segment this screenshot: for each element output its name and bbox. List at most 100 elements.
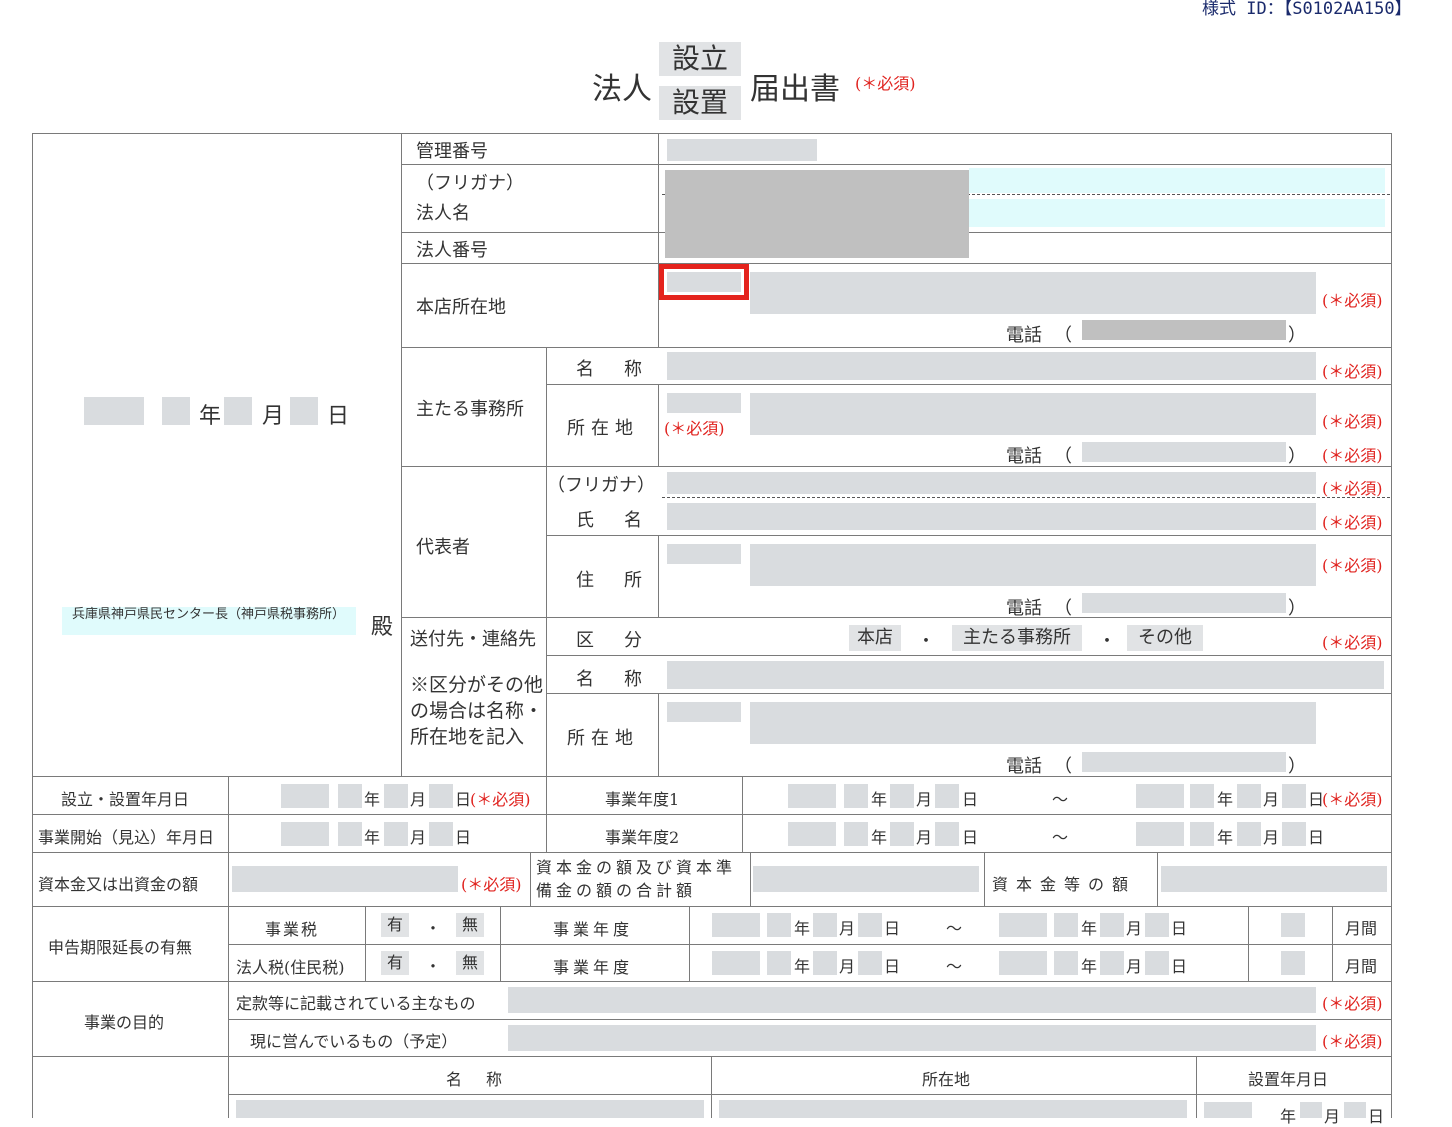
representative-postal-field[interactable] bbox=[667, 544, 741, 564]
fy2-to-month-field[interactable] bbox=[1237, 822, 1261, 846]
ext1-from-era-field[interactable] bbox=[712, 913, 760, 937]
fy2-to-year-field[interactable] bbox=[1190, 822, 1214, 846]
ext2-to-era-field[interactable] bbox=[999, 951, 1047, 975]
business-tax-yes[interactable]: 有 bbox=[381, 913, 409, 937]
start-month-field[interactable] bbox=[384, 822, 408, 846]
representative-address-field[interactable] bbox=[750, 544, 1316, 586]
head-office-address-field[interactable] bbox=[750, 272, 1316, 314]
fy2-from-day-label: 日 bbox=[962, 828, 979, 847]
main-office-name-field[interactable] bbox=[667, 352, 1316, 380]
send-address-field[interactable] bbox=[750, 702, 1316, 744]
ext2-to-year-field[interactable] bbox=[1054, 951, 1078, 975]
capital-field[interactable] bbox=[232, 866, 458, 892]
establish-month-field[interactable] bbox=[384, 784, 408, 808]
submit-month-field[interactable] bbox=[224, 397, 252, 425]
main-office-address-field[interactable] bbox=[750, 393, 1316, 435]
start-year-field[interactable] bbox=[338, 822, 362, 846]
corporation-furigana-field[interactable] bbox=[969, 168, 1385, 193]
corporation-name-field[interactable] bbox=[969, 199, 1385, 227]
fy1-from-year-field[interactable] bbox=[844, 784, 868, 808]
ext1-from-year-field[interactable] bbox=[767, 913, 791, 937]
representative-phone-field[interactable] bbox=[1082, 593, 1286, 613]
addressee-field[interactable]: 兵庫県神戸県民センター長（神戸県税事務所） bbox=[62, 607, 356, 635]
ext2-months-field[interactable] bbox=[1281, 951, 1305, 975]
capital-amount-label: 資本金等の額 bbox=[992, 875, 1137, 894]
establish-date-label: 設立・設置年月日 bbox=[61, 790, 190, 809]
submit-year-field[interactable] bbox=[162, 397, 190, 425]
send-phone-field[interactable] bbox=[1082, 752, 1286, 772]
ext2-from-month-label: 月 bbox=[839, 957, 856, 976]
ext1-to-era-field[interactable] bbox=[999, 913, 1047, 937]
fy2-from-day-field[interactable] bbox=[935, 822, 959, 846]
ext2-from-day-field[interactable] bbox=[858, 951, 882, 975]
send-location-label: 所在地 bbox=[567, 728, 639, 749]
title-option-establish[interactable]: 設立 bbox=[659, 42, 741, 76]
category-option-other[interactable]: その他 bbox=[1127, 625, 1203, 651]
ext2-from-month-field[interactable] bbox=[813, 951, 837, 975]
ext1-months-label: 月間 bbox=[1345, 919, 1378, 938]
start-era-field[interactable] bbox=[281, 822, 329, 846]
fy1-to-day-field[interactable] bbox=[1282, 784, 1306, 808]
head-office-phone-field[interactable] bbox=[1082, 320, 1286, 340]
category-option-head-office[interactable]: 本店 bbox=[849, 625, 901, 651]
category-option-main-office[interactable]: 主たる事務所 bbox=[952, 625, 1082, 651]
fy1-to-month-field[interactable] bbox=[1237, 784, 1261, 808]
fy1-from-month-field[interactable] bbox=[890, 784, 914, 808]
fy2-from-month-field[interactable] bbox=[890, 822, 914, 846]
fy2-to-era-field[interactable] bbox=[1136, 822, 1184, 846]
capital-label: 資本金又は出資金の額 bbox=[38, 875, 199, 894]
capital-amount-field[interactable] bbox=[1161, 866, 1387, 892]
fy2-from-era-field[interactable] bbox=[788, 822, 836, 846]
establish-day-field[interactable] bbox=[429, 784, 453, 808]
branch-name-field[interactable] bbox=[236, 1100, 704, 1118]
purpose-current-field[interactable] bbox=[508, 1025, 1316, 1051]
ext1-months-field[interactable] bbox=[1281, 913, 1305, 937]
branch-day-label: 日 bbox=[1368, 1107, 1385, 1126]
branch-era-field[interactable] bbox=[1204, 1102, 1252, 1118]
send-postal-field[interactable] bbox=[667, 702, 741, 722]
purpose-articles-field[interactable] bbox=[508, 987, 1316, 1013]
fy2-to-day-field[interactable] bbox=[1282, 822, 1306, 846]
purpose-articles-label: 定款等に記載されている主なもの bbox=[236, 994, 476, 1013]
ext1-to-day-field[interactable] bbox=[1145, 913, 1169, 937]
ext2-from-era-field[interactable] bbox=[712, 951, 760, 975]
ext1-to-year-field[interactable] bbox=[1054, 913, 1078, 937]
branch-day-field[interactable] bbox=[1344, 1102, 1366, 1118]
fy1-to-era-field[interactable] bbox=[1136, 784, 1184, 808]
start-day-label: 日 bbox=[455, 828, 472, 847]
ext2-to-day-field[interactable] bbox=[1145, 951, 1169, 975]
main-office-postal-field[interactable] bbox=[667, 393, 741, 413]
fy2-from-year-field[interactable] bbox=[844, 822, 868, 846]
ext1-from-month-field[interactable] bbox=[813, 913, 837, 937]
main-office-phone-open: （ bbox=[1054, 446, 1072, 467]
establish-era-field[interactable] bbox=[281, 784, 329, 808]
title-option-install[interactable]: 設置 bbox=[659, 86, 741, 120]
ext2-to-month-field[interactable] bbox=[1100, 951, 1124, 975]
fy1-from-day-field[interactable] bbox=[935, 784, 959, 808]
capital-reserve-field[interactable] bbox=[753, 866, 979, 892]
representative-name-field[interactable] bbox=[667, 503, 1316, 530]
corporate-tax-yes[interactable]: 有 bbox=[381, 951, 409, 975]
send-name-field[interactable] bbox=[667, 661, 1384, 689]
ext1-to-month-field[interactable] bbox=[1100, 913, 1124, 937]
submit-year-label: 年 bbox=[199, 404, 222, 429]
branch-location-field[interactable] bbox=[719, 1100, 1187, 1118]
head-office-postal-field[interactable] bbox=[659, 264, 749, 300]
main-office-address-required: (＊必須) bbox=[1322, 412, 1383, 431]
fy1-from-era-field[interactable] bbox=[788, 784, 836, 808]
addressee-honorific: 殿 bbox=[371, 615, 394, 640]
purpose-current-label: 現に営んでいるもの（予定） bbox=[250, 1032, 458, 1051]
representative-name-label: 氏 名 bbox=[576, 510, 648, 531]
ext2-from-year-field[interactable] bbox=[767, 951, 791, 975]
main-office-phone-field[interactable] bbox=[1082, 442, 1286, 462]
branch-month-field[interactable] bbox=[1300, 1102, 1322, 1118]
start-day-field[interactable] bbox=[429, 822, 453, 846]
establish-year-field[interactable] bbox=[338, 784, 362, 808]
business-tax-no[interactable]: 無 bbox=[456, 913, 484, 937]
ext1-from-day-field[interactable] bbox=[858, 913, 882, 937]
submit-era-field[interactable] bbox=[84, 397, 144, 425]
fy1-to-year-field[interactable] bbox=[1190, 784, 1214, 808]
corporate-tax-no[interactable]: 無 bbox=[456, 951, 484, 975]
submit-day-field[interactable] bbox=[290, 397, 318, 425]
representative-furigana-field[interactable] bbox=[667, 472, 1316, 494]
